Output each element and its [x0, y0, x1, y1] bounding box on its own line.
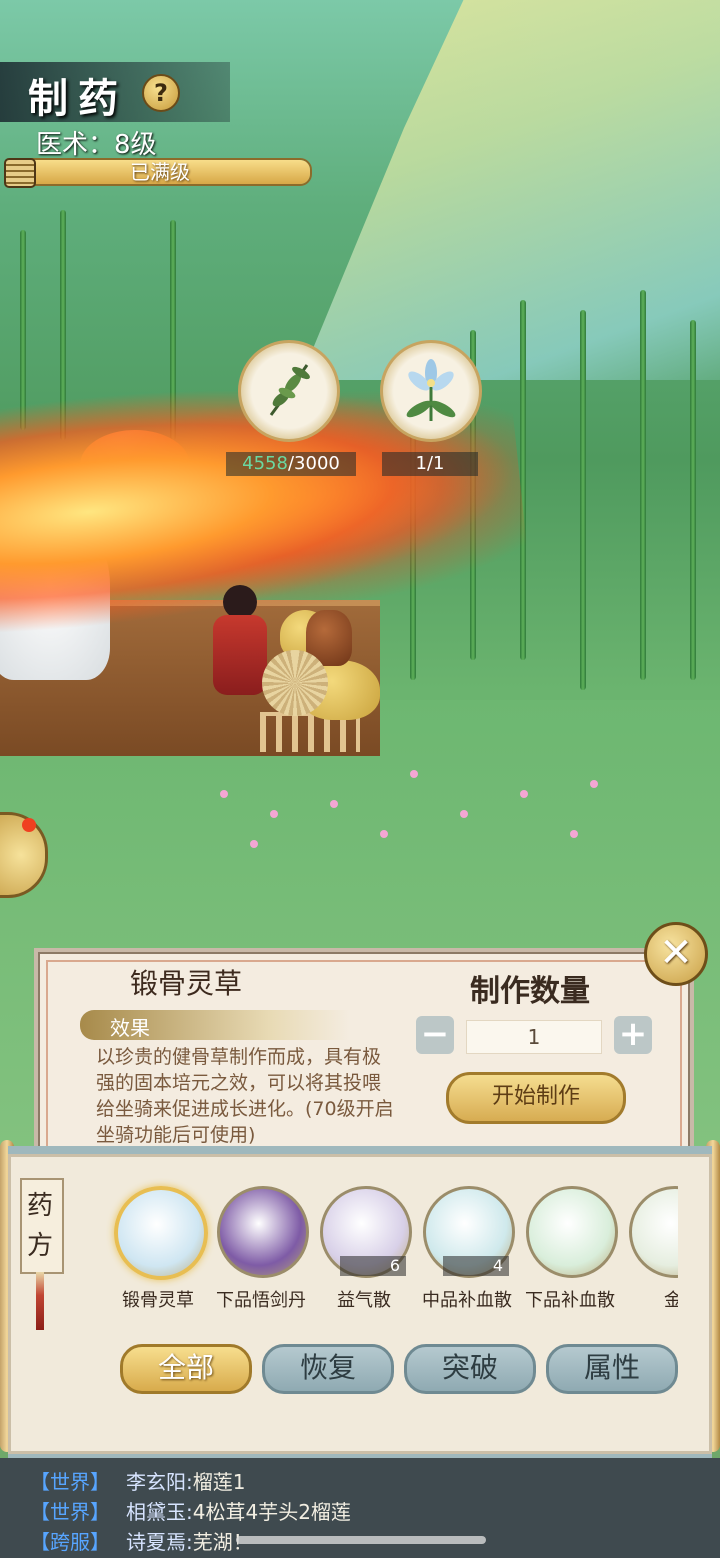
petal	[220, 790, 228, 798]
skill-level: 医术：8级	[36, 130, 157, 160]
powder-icon	[629, 1186, 678, 1278]
chat-message: 【跨服】 诗夏焉:芜湖！	[30, 1526, 253, 1555]
mountain	[300, 0, 720, 380]
herb-leaf-icon	[269, 364, 310, 416]
recipe-name: 益气散	[337, 1290, 391, 1311]
recipe-count: 4	[443, 1256, 509, 1276]
skill-progress-label: 已满级	[130, 160, 190, 184]
recipe-item[interactable]: 6 益气散	[312, 1178, 416, 1318]
recipe-tab-label: 药方	[26, 1191, 53, 1261]
recipe-item[interactable]: 4 中品补血散	[415, 1178, 519, 1318]
bamboo	[640, 290, 646, 680]
close-icon[interactable]: ✕	[644, 922, 708, 986]
recipe-item[interactable]: 锻骨灵草	[106, 1178, 210, 1318]
petal	[520, 790, 528, 798]
effect-description: 以珍贵的健骨草制作而成，具有极强的固本培元之效，可以将其投喂给坐骑来促进成长进化…	[96, 1046, 394, 1146]
chat-sender: 李玄阳:	[126, 1470, 193, 1494]
scroll-icon	[4, 158, 36, 188]
bamboo	[520, 300, 526, 660]
quantity-title: 制作数量	[470, 974, 590, 1009]
ingredient-herb-count: 4558/3000	[226, 452, 356, 476]
bamboo	[20, 230, 26, 430]
increase-button[interactable]: +	[614, 1016, 652, 1054]
filter-all-button[interactable]: 全部	[120, 1344, 252, 1394]
petal	[410, 770, 418, 778]
blue-flower-icon	[406, 359, 456, 421]
petal	[270, 810, 278, 818]
petal	[380, 830, 388, 838]
character-body	[213, 615, 267, 695]
ingredient-herb[interactable]	[238, 340, 340, 442]
recipe-name: 下品补血散	[525, 1290, 615, 1311]
bamboo	[580, 310, 586, 690]
chat-sender: 相黛玉:	[126, 1500, 193, 1524]
decrease-button[interactable]: −	[416, 1016, 454, 1054]
blue-flower-icon	[114, 1186, 208, 1280]
petal	[590, 780, 598, 788]
chat-text: 榴莲1	[192, 1470, 246, 1494]
recipe-item[interactable]: 下品悟剑丹	[209, 1178, 313, 1318]
character-head	[223, 585, 257, 619]
recipe-list[interactable]: 锻骨灵草 下品悟剑丹 6 益气散 4 中品补血散 下品补血散 金	[106, 1178, 678, 1318]
ingredient-flower-count: 1/1	[382, 452, 478, 476]
start-crafting-button[interactable]: 开始制作	[446, 1072, 626, 1124]
chat-channel: 【跨服】	[30, 1530, 110, 1554]
recipe-name: 金	[664, 1290, 678, 1311]
chat-sender: 诗夏焉:	[126, 1530, 193, 1554]
chat-message: 【世界】 李玄阳:榴莲1	[30, 1466, 245, 1495]
recipe-name: 下品悟剑丹	[216, 1290, 306, 1311]
recipe-item[interactable]: 金	[621, 1178, 678, 1318]
skill-progress-bar: 已满级	[8, 158, 312, 186]
ingredient-flower[interactable]	[380, 340, 482, 442]
petal	[330, 800, 338, 808]
filter-recover-button[interactable]: 恢复	[262, 1344, 394, 1394]
chat-text: 4松茸4芋头2榴莲	[192, 1500, 351, 1524]
skill-title: 制药	[28, 75, 128, 122]
quantity-field[interactable]: 1	[466, 1020, 602, 1054]
powder-icon	[526, 1186, 618, 1278]
effect-label: 效果	[110, 1016, 150, 1040]
recipe-name: 中品补血散	[422, 1290, 512, 1311]
home-indicator[interactable]	[236, 1536, 486, 1544]
recipe-name: 锻骨灵草	[122, 1290, 194, 1311]
filter-breakthrough-button[interactable]: 突破	[404, 1344, 536, 1394]
petal	[250, 840, 258, 848]
help-icon[interactable]: ?	[142, 74, 180, 112]
bamboo	[690, 320, 696, 680]
chat-message: 【世界】 相黛玉:4松茸4芋头2榴莲	[30, 1496, 351, 1525]
petal	[460, 810, 468, 818]
fan	[262, 650, 328, 716]
chat-channel: 【世界】	[30, 1470, 110, 1494]
notification-dot	[22, 818, 36, 832]
tassel	[36, 1272, 44, 1330]
recipe-count: 6	[340, 1256, 406, 1276]
item-name: 锻骨灵草	[130, 967, 243, 1000]
petal	[570, 830, 578, 838]
recipe-item[interactable]: 下品补血散	[518, 1178, 622, 1318]
filter-attribute-button[interactable]: 属性	[546, 1344, 678, 1394]
chat-channel: 【世界】	[30, 1500, 110, 1524]
orb-icon	[217, 1186, 309, 1278]
